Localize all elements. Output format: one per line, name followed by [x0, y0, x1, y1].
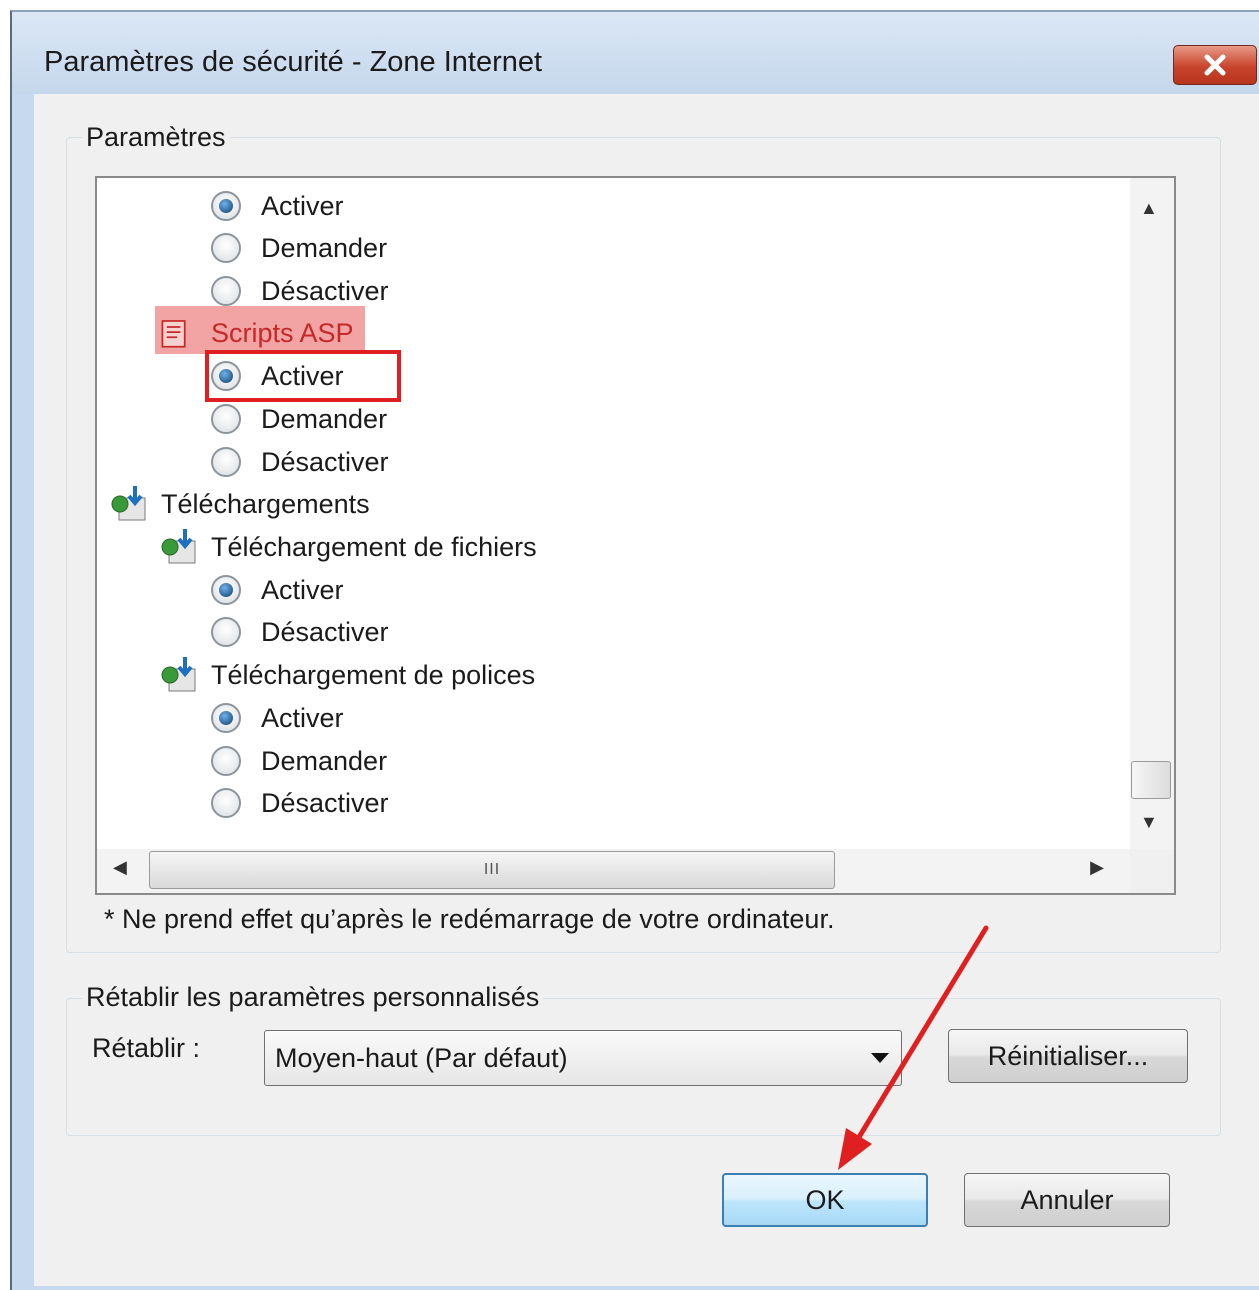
radio-label: Désactiver: [261, 787, 389, 818]
download-icon: [161, 529, 196, 564]
dropdown-arrow-icon: [871, 1053, 889, 1063]
tree-item-telechargement-polices: Téléchargement de polices: [159, 655, 535, 695]
vertical-scrollbar[interactable]: ▲ ▼: [1130, 178, 1174, 853]
settings-tree-list[interactable]: Activer Demander Désactiver Scripts ASP …: [95, 176, 1176, 895]
radio-label: Demander: [261, 232, 388, 263]
radio-button[interactable]: [211, 404, 241, 434]
radio-row-polices-activer[interactable]: Activer: [211, 698, 344, 738]
radio-row-desactiver[interactable]: Désactiver: [211, 271, 389, 311]
radio-button[interactable]: [211, 746, 241, 776]
vertical-scroll-thumb[interactable]: [1131, 761, 1171, 799]
reset-button[interactable]: Réinitialiser...: [948, 1029, 1188, 1083]
tree-item-telechargement-fichiers: Téléchargement de fichiers: [159, 527, 537, 567]
scroll-left-arrow-icon[interactable]: ◀: [113, 857, 127, 878]
ok-button[interactable]: OK: [722, 1173, 928, 1227]
tree-item-label: Téléchargements: [161, 488, 370, 519]
radio-label: Désactiver: [261, 446, 389, 477]
radio-label: Activer: [261, 190, 344, 221]
window-title: Paramètres de sécurité - Zone Internet: [44, 46, 543, 78]
scroll-up-arrow-icon[interactable]: ▲: [1140, 198, 1158, 219]
radio-button-checked[interactable]: [211, 575, 241, 605]
restart-note: * Ne prend effet qu’après le redémarrage…: [104, 904, 835, 934]
close-icon: [1204, 54, 1226, 76]
scrollbar-corner: [1130, 849, 1174, 893]
radio-button[interactable]: [211, 447, 241, 477]
radio-button-checked[interactable]: [211, 703, 241, 733]
cancel-button[interactable]: Annuler: [964, 1173, 1170, 1227]
radio-label: Activer: [261, 702, 344, 733]
tree-item-telechargements: Téléchargements: [109, 484, 370, 524]
tree-item-label: Téléchargement de polices: [211, 659, 536, 690]
radio-label: Activer: [261, 574, 344, 605]
radio-row-polices-desactiver[interactable]: Désactiver: [211, 783, 389, 823]
horizontal-scrollbar[interactable]: ◀ III ▶: [97, 849, 1174, 893]
script-icon: [161, 320, 186, 348]
tree-item-label: Téléchargement de fichiers: [211, 531, 537, 562]
radio-label: Demander: [261, 403, 388, 434]
radio-row-polices-demander[interactable]: Demander: [211, 741, 387, 781]
scroll-down-arrow-icon[interactable]: ▼: [1140, 812, 1158, 833]
download-icon: [161, 657, 196, 692]
radio-row-demander[interactable]: Demander: [211, 228, 387, 268]
reset-label: Rétablir :: [92, 1033, 201, 1063]
radio-button-checked[interactable]: [211, 191, 241, 221]
radio-label: Demander: [261, 745, 388, 776]
select-value: Moyen-haut (Par défaut): [275, 1043, 568, 1073]
radio-row-fichiers-desactiver[interactable]: Désactiver: [211, 612, 389, 652]
radio-row-fichiers-activer[interactable]: Activer: [211, 570, 344, 610]
radio-label: Désactiver: [261, 275, 389, 306]
horizontal-scroll-thumb[interactable]: III: [149, 851, 835, 889]
download-icon: [111, 486, 146, 521]
settings-group-legend: Paramètres: [82, 122, 230, 153]
radio-label: Désactiver: [261, 616, 389, 647]
radio-button[interactable]: [211, 276, 241, 306]
radio-button[interactable]: [211, 617, 241, 647]
radio-button[interactable]: [211, 233, 241, 263]
tree-item-label: Scripts ASP: [211, 317, 354, 348]
radio-row-asp-desactiver[interactable]: Désactiver: [211, 442, 389, 482]
radio-button[interactable]: [211, 788, 241, 818]
title-bar[interactable]: Paramètres de sécurité - Zone Internet: [12, 12, 1259, 94]
reset-button-label: Réinitialiser...: [987, 1040, 1149, 1071]
reset-group-legend: Rétablir les paramètres personnalisés: [82, 982, 544, 1013]
annotation-red-box: [205, 350, 401, 402]
radio-row-asp-demander[interactable]: Demander: [211, 399, 387, 439]
scroll-right-arrow-icon[interactable]: ▶: [1090, 857, 1104, 878]
cancel-button-label: Annuler: [1020, 1184, 1114, 1215]
grip-icon: III: [483, 861, 501, 878]
radio-row-activer[interactable]: Activer: [211, 186, 344, 226]
security-level-select[interactable]: Moyen-haut (Par défaut): [264, 1030, 902, 1086]
tree-item-scripts-asp: Scripts ASP: [159, 313, 354, 353]
ok-button-label: OK: [805, 1184, 845, 1215]
close-button[interactable]: [1173, 45, 1257, 85]
